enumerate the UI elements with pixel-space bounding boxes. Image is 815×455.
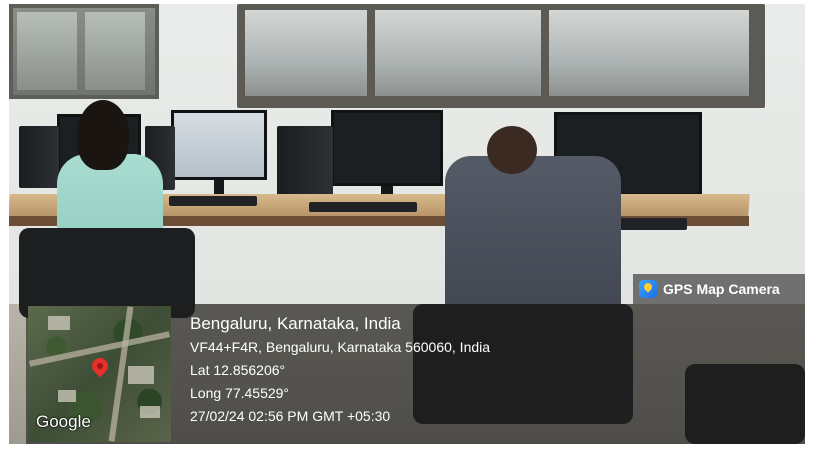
office-window	[237, 4, 765, 108]
keyboard	[169, 196, 257, 206]
monitor	[171, 110, 267, 180]
map-pin-icon	[88, 354, 112, 378]
map-thumbnail: Google	[28, 306, 171, 442]
location-text: Bengaluru, Karnataka, India VF44+F4R, Be…	[190, 312, 490, 428]
latitude: Lat 12.856206°	[190, 362, 286, 378]
timestamp: 27/02/24 02:56 PM GMT +05:30	[190, 408, 391, 424]
side-window	[9, 4, 159, 99]
gps-map-camera-icon	[639, 280, 657, 298]
keyboard	[309, 202, 417, 212]
longitude: Long 77.45529°	[190, 385, 290, 401]
photo: GPS Map Camera Google Bengaluru, Karnata…	[9, 4, 805, 444]
cpu-tower	[277, 126, 333, 202]
cpu-tower	[19, 126, 59, 188]
location-title: Bengaluru, Karnataka, India	[190, 314, 401, 333]
gps-app-badge: GPS Map Camera	[633, 274, 805, 304]
map-brand: Google	[36, 412, 91, 431]
app-name: GPS Map Camera	[663, 281, 780, 297]
location-info-panel: Google Bengaluru, Karnataka, India VF44+…	[26, 304, 805, 444]
monitor	[331, 110, 443, 186]
location-address: VF44+F4R, Bengaluru, Karnataka 560060, I…	[190, 339, 491, 355]
